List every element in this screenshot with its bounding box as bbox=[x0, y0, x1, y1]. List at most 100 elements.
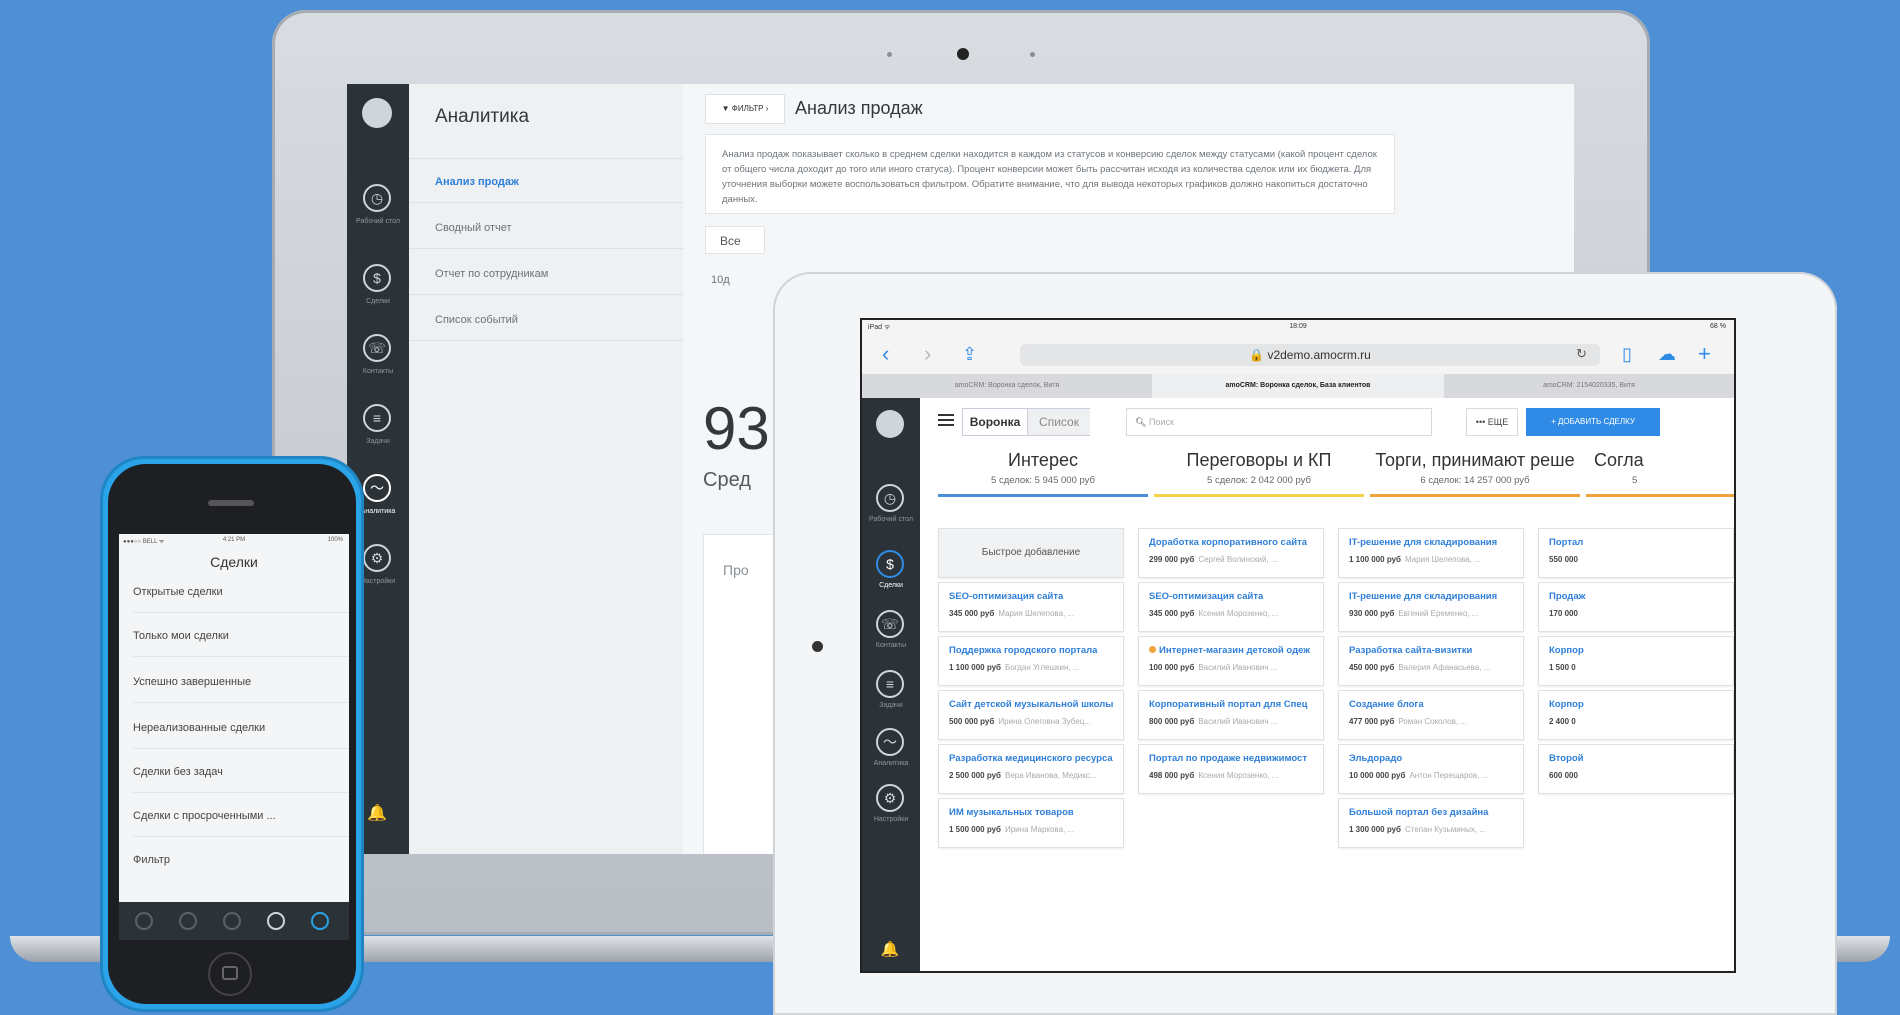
dashboard-icon[interactable]: ◷ bbox=[876, 484, 904, 512]
deal-card[interactable]: Разработка сайта-визитки 450 000 руб Вале… bbox=[1338, 636, 1524, 686]
tasks-icon[interactable]: ≡ bbox=[363, 404, 391, 432]
deal-card[interactable]: IT-решение для складирования 1 100 000 р… bbox=[1338, 528, 1524, 578]
view-switcher: Воронка Список bbox=[962, 408, 1090, 436]
deal-card[interactable]: Корпор 1 500 0 bbox=[1538, 636, 1734, 686]
deal-card[interactable]: Эльдорадо 10 000 000 руб Антон Перещаров,… bbox=[1338, 744, 1524, 794]
deal-card[interactable]: Создание блога 477 000 руб Роман Соколов,… bbox=[1338, 690, 1524, 740]
deal-card[interactable]: Корпор 2 400 0 bbox=[1538, 690, 1734, 740]
nav-item-events-list[interactable]: Список событий bbox=[435, 314, 518, 326]
nav-item-summary-report[interactable]: Сводный отчет bbox=[435, 222, 512, 234]
nav-item-employee-report[interactable]: Отчет по сотрудникам bbox=[435, 268, 548, 280]
column-progress-bar bbox=[1586, 494, 1734, 497]
settings-icon[interactable]: ⚙ bbox=[363, 544, 391, 572]
search-input[interactable]: 🔍︎ Поиск bbox=[1126, 408, 1432, 436]
phone-item-my-deals[interactable]: Только мои сделки bbox=[133, 630, 229, 642]
deal-card[interactable]: Разработка медицинского ресурса 2 500 00… bbox=[938, 744, 1124, 794]
contacts-icon[interactable]: ☏ bbox=[876, 610, 904, 638]
deal-card[interactable]: Корпоративный портал для Спец 800 000 ру… bbox=[1138, 690, 1324, 740]
bookmarks-icon[interactable]: ▯ bbox=[1622, 344, 1632, 365]
deal-title: Разработка сайта-визитки bbox=[1349, 645, 1473, 656]
share-icon[interactable]: ⇪ bbox=[962, 344, 977, 365]
deal-price: 10 000 000 руб bbox=[1349, 771, 1406, 780]
divider bbox=[133, 836, 349, 837]
notifications-icon[interactable]: 🔔 bbox=[876, 938, 904, 966]
phone-item-overdue[interactable]: Сделки с просроченными ... bbox=[133, 810, 276, 822]
quick-add-card[interactable]: Быстрое добавление bbox=[938, 528, 1124, 578]
deal-card[interactable]: Большой портал без дизайна 1 300 000 руб… bbox=[1338, 798, 1524, 848]
deal-card[interactable]: Второй 600 000 bbox=[1538, 744, 1734, 794]
deal-card[interactable]: IT-решение для складирования 930 000 руб… bbox=[1338, 582, 1524, 632]
home-square-icon bbox=[222, 966, 238, 980]
analytics-nav: Аналитика Анализ продаж Сводный отчет От… bbox=[409, 84, 684, 854]
avatar[interactable] bbox=[362, 98, 392, 128]
more-button[interactable]: ••• ЕЩЕ bbox=[1466, 408, 1518, 436]
deal-title: Разработка медицинского ресурса bbox=[949, 753, 1113, 764]
phone-item-lost-deals[interactable]: Нереализованные сделки bbox=[133, 722, 265, 734]
new-tab-icon[interactable]: + bbox=[1698, 341, 1711, 367]
deal-contact: Мария Шелепова, ... bbox=[1404, 555, 1481, 564]
deals-icon[interactable]: $ bbox=[363, 264, 391, 292]
deal-contact: Ирина Маркова, ... bbox=[1004, 825, 1075, 834]
deal-contact: Евгений Еременко, ... bbox=[1398, 609, 1479, 618]
tab-settings-icon[interactable] bbox=[267, 912, 285, 930]
phone-item-open-deals[interactable]: Открытые сделки bbox=[133, 586, 223, 598]
deal-title: Интернет-магазин детской одеж bbox=[1159, 645, 1311, 656]
deal-contact: Ксения Морозенко, ... bbox=[1198, 609, 1279, 618]
phone-item-filter[interactable]: Фильтр bbox=[133, 854, 170, 866]
browser-tab-1[interactable]: amoCRM: Воронка сделок, Витя bbox=[862, 374, 1152, 398]
tab-more-icon[interactable] bbox=[311, 912, 329, 930]
column-summary: 5 сделок: 5 945 000 руб bbox=[991, 475, 1095, 486]
deal-card[interactable]: SEO-оптимизация сайта 345 000 руб Мария Ш… bbox=[938, 582, 1124, 632]
notifications-icon[interactable]: 🔔 bbox=[363, 802, 391, 830]
filter-icon: ▼ bbox=[721, 104, 732, 113]
deal-title: Портал bbox=[1549, 537, 1584, 548]
nav-item-sales-analysis[interactable]: Анализ продаж bbox=[435, 176, 519, 188]
deal-price: 930 000 руб bbox=[1349, 609, 1395, 618]
deal-card[interactable]: Сайт детской музыкальной школы 500 000 р… bbox=[938, 690, 1124, 740]
url-bar[interactable]: 🔒 v2demo.amocrm.ru bbox=[1020, 344, 1600, 366]
deal-card[interactable]: Портал по продаже недвижимост 498 000 ру… bbox=[1138, 744, 1324, 794]
deal-contact: Богдан Углешкин, ... bbox=[1004, 663, 1080, 672]
deal-card[interactable]: Поддержка городского портала 1 100 000 р… bbox=[938, 636, 1124, 686]
phone-item-won-deals[interactable]: Успешно завершенные bbox=[133, 676, 251, 688]
column-title: Согла bbox=[1594, 450, 1644, 470]
phone-status-bar: ●●●○○ BELL ᯤ 4:21 PM 100% bbox=[119, 534, 349, 548]
dashboard-icon[interactable]: ◷ bbox=[363, 184, 391, 212]
rail-label-settings: Настройки bbox=[873, 816, 909, 823]
avatar[interactable] bbox=[876, 410, 904, 438]
reload-icon[interactable]: ↻ bbox=[1576, 346, 1587, 362]
tab-dashboard-icon[interactable] bbox=[135, 912, 153, 930]
view-funnel-button[interactable]: Воронка bbox=[963, 409, 1027, 435]
pipeline-select[interactable]: Все bbox=[705, 226, 765, 254]
phone-item-no-tasks[interactable]: Сделки без задач bbox=[133, 766, 223, 778]
deal-card[interactable]: SEO-оптимизация сайта 345 000 руб Ксения … bbox=[1138, 582, 1324, 632]
contacts-icon[interactable]: ☏ bbox=[363, 334, 391, 362]
view-list-button[interactable]: Список bbox=[1027, 409, 1090, 435]
menu-icon[interactable] bbox=[938, 414, 954, 426]
tab-deals-icon[interactable] bbox=[179, 912, 197, 930]
browser-tab-2[interactable]: amoCRM: Воронка сделок, База клиентов bbox=[1152, 374, 1444, 398]
analytics-icon[interactable]: 〜 bbox=[876, 728, 904, 756]
deal-card[interactable]: Доработка корпоративного сайта 299 000 р… bbox=[1138, 528, 1324, 578]
deal-card[interactable]: ИМ музыкальных товаров 1 500 000 руб Ирин… bbox=[938, 798, 1124, 848]
period-label[interactable]: 10д bbox=[711, 274, 730, 286]
back-icon[interactable]: ‹ bbox=[882, 341, 889, 367]
filter-button[interactable]: ▼ ФИЛЬТР › bbox=[705, 94, 785, 124]
deal-card[interactable]: Портал 550 000 bbox=[1538, 528, 1734, 578]
settings-icon[interactable]: ⚙ bbox=[876, 784, 904, 812]
add-deal-button[interactable]: + ДОБАВИТЬ СДЕЛКУ bbox=[1526, 408, 1660, 436]
tab-contacts-icon[interactable] bbox=[223, 912, 241, 930]
deals-icon[interactable]: $ bbox=[876, 550, 904, 578]
deal-card[interactable]: Интернет-магазин детской одеж 100 000 ру… bbox=[1138, 636, 1324, 686]
cloud-tabs-icon[interactable]: ☁ bbox=[1658, 344, 1676, 365]
laptop-sensor bbox=[887, 52, 892, 57]
pipeline-column-interest: Интерес 5 сделок: 5 945 000 руб bbox=[938, 450, 1148, 497]
analytics-icon[interactable]: 〜 bbox=[363, 474, 391, 502]
deal-price: 1 100 000 руб bbox=[1349, 555, 1401, 564]
deal-price: 345 000 руб bbox=[949, 609, 995, 618]
deal-card[interactable]: Продаж 170 000 bbox=[1538, 582, 1734, 632]
browser-tab-3[interactable]: amoCRM: 2154020335, Витя bbox=[1444, 374, 1734, 398]
forward-icon[interactable]: › bbox=[924, 341, 931, 367]
tasks-icon[interactable]: ≡ bbox=[876, 670, 904, 698]
deal-contact: Роман Соколов, ... bbox=[1398, 717, 1467, 726]
